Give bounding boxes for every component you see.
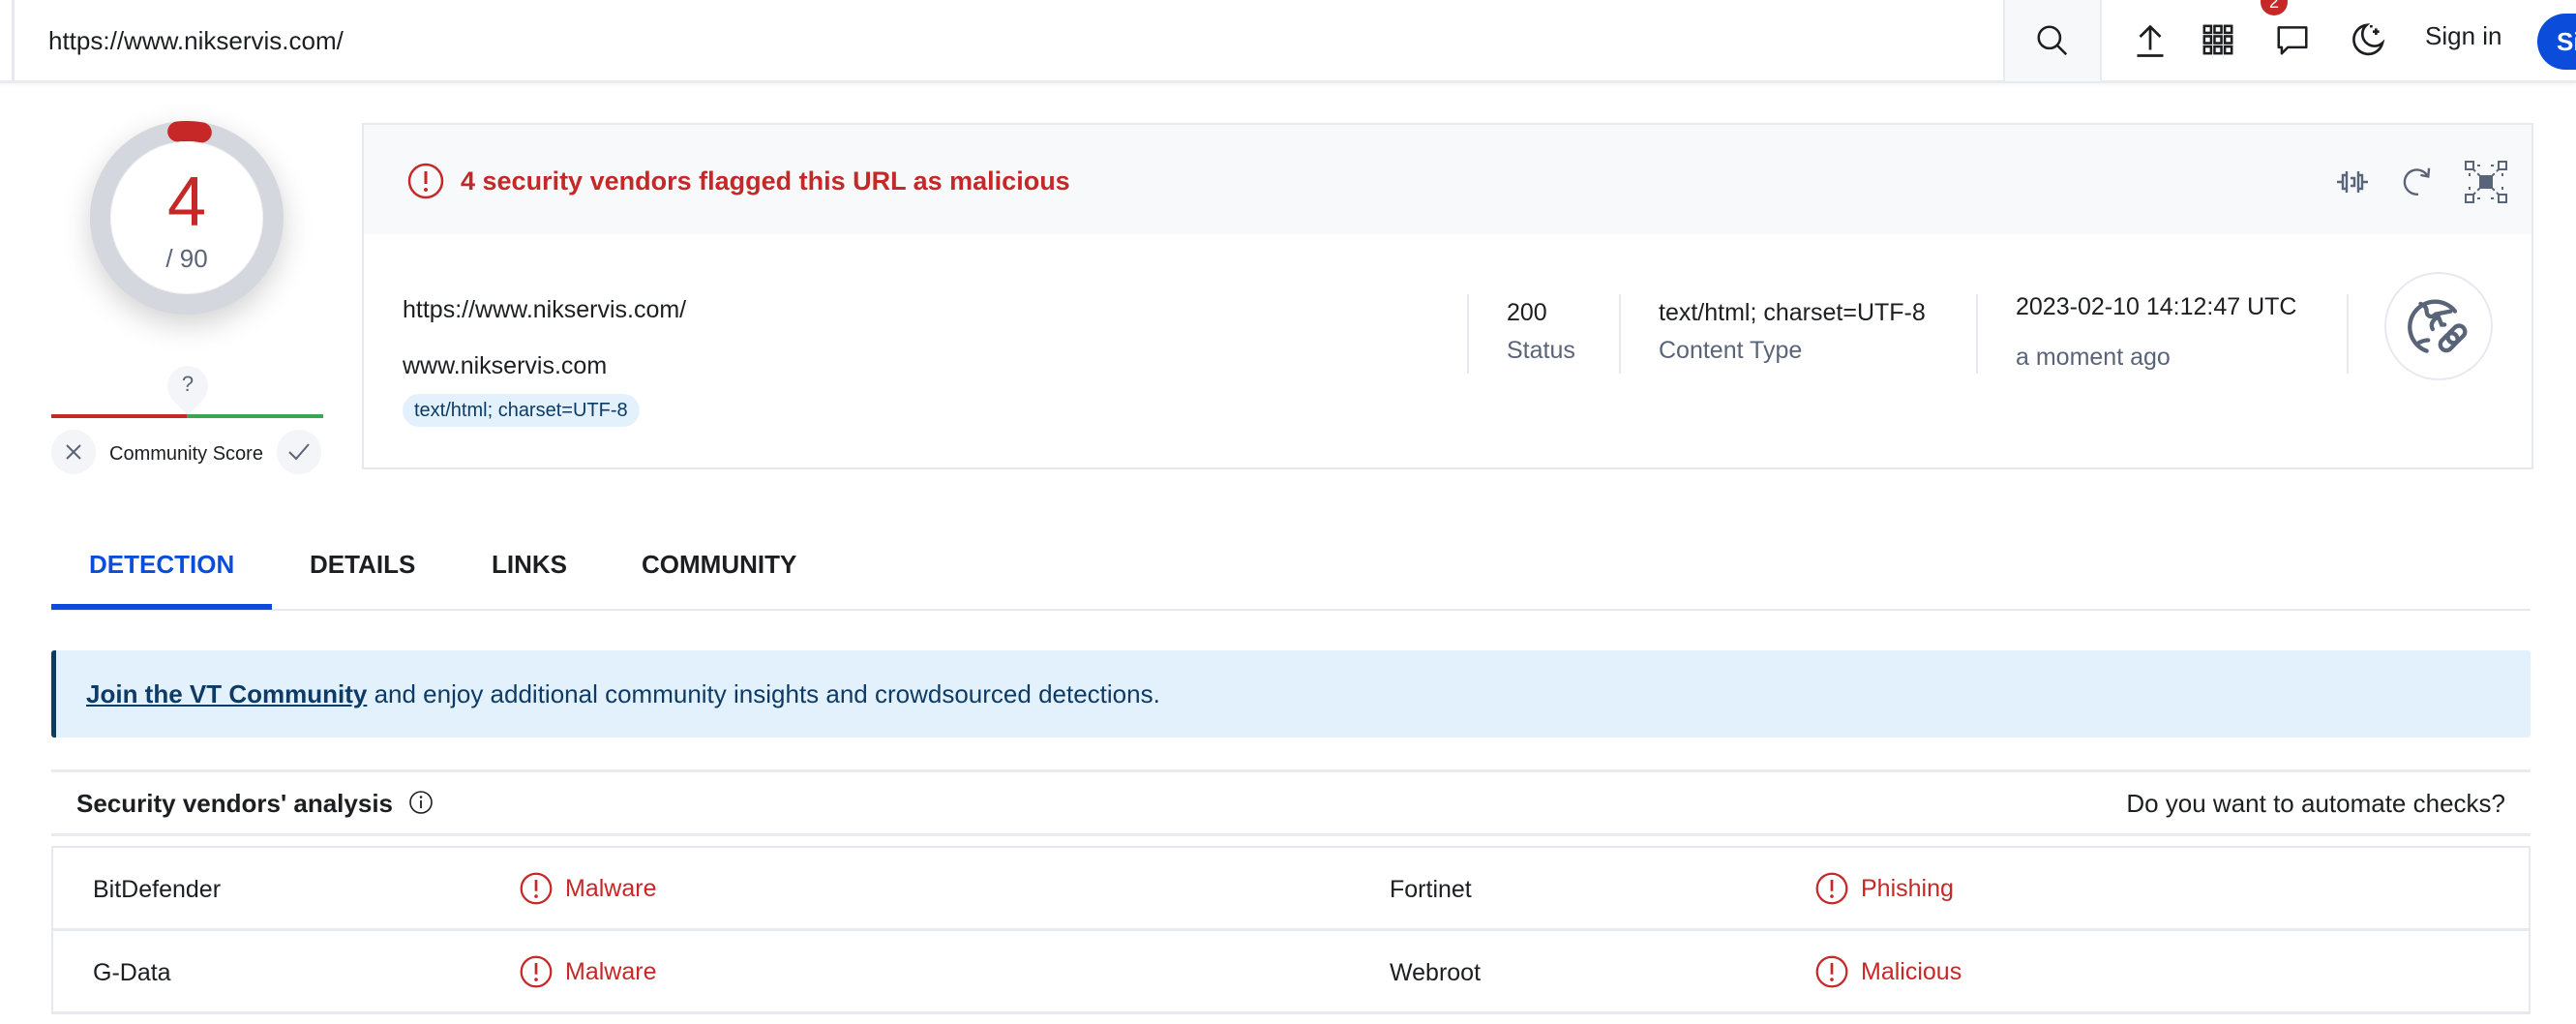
vendor-verdict: Malware xyxy=(565,957,657,985)
scan-date: 2023-02-10 14:12:47 UTC xyxy=(2016,293,2297,320)
divider xyxy=(2347,294,2349,374)
rescan-button[interactable] xyxy=(2396,160,2441,204)
search-button[interactable] xyxy=(2003,0,2102,81)
apps-grid-icon xyxy=(2202,24,2233,55)
compare-icon xyxy=(2337,171,2368,193)
alert-icon xyxy=(520,955,553,988)
graph-view-button[interactable] xyxy=(2464,160,2508,204)
dark-mode-icon xyxy=(2352,23,2385,56)
tab-links[interactable]: LINKS xyxy=(492,550,567,580)
banner-message: and enjoy additional community insights … xyxy=(367,679,1160,708)
content-type-label: Content Type xyxy=(1659,337,1803,364)
scan-relative-time: a moment ago xyxy=(2016,344,2171,371)
info-icon[interactable] xyxy=(408,790,434,815)
globe-link-icon xyxy=(2408,299,2468,353)
alert-icon xyxy=(520,872,553,905)
divider xyxy=(1976,294,1978,374)
sign-up-button[interactable]: Sign up xyxy=(2537,14,2576,70)
graph-icon xyxy=(2465,161,2507,203)
tab-details[interactable]: DETAILS xyxy=(310,550,415,580)
alert-icon xyxy=(1815,955,1848,988)
vendor-name: G-Data xyxy=(93,959,171,986)
vendors-table: BitDefender Malware Fortinet Phishing G-… xyxy=(51,846,2531,1014)
sign-in-link[interactable]: Sign in xyxy=(2425,21,2502,51)
vote-harmful-button[interactable] xyxy=(51,430,96,474)
vendors-section-title: Security vendors' analysis xyxy=(76,789,394,818)
tab-detection[interactable]: DETECTION xyxy=(89,550,234,580)
community-score-label: Community Score xyxy=(109,443,263,465)
divider xyxy=(51,769,2531,772)
vendor-verdict: Malware xyxy=(565,874,657,902)
table-row: G-Data Malware Webroot Malicious xyxy=(53,931,2529,1014)
status-value: 200 xyxy=(1507,299,1547,326)
url-type-badge[interactable] xyxy=(2384,272,2493,380)
check-icon xyxy=(288,443,310,461)
vendor-name: BitDefender xyxy=(93,876,222,903)
alert-icon xyxy=(1815,872,1848,905)
active-tab-indicator xyxy=(51,604,272,610)
tab-community[interactable]: COMMUNITY xyxy=(642,550,796,580)
vendor-name: Webroot xyxy=(1390,959,1482,986)
domain-link[interactable]: www.nikservis.com xyxy=(403,352,607,380)
dark-mode-toggle[interactable] xyxy=(2344,15,2392,64)
top-bar: 2 Sign in Sign up xyxy=(0,0,2576,83)
table-row: BitDefender Malware Fortinet Phishing xyxy=(53,848,2529,931)
refresh-icon xyxy=(2403,167,2431,196)
join-community-link[interactable]: Join the VT Community xyxy=(86,679,367,708)
automate-checks-link[interactable]: Do you want to automate checks? xyxy=(2126,789,2505,819)
detection-alert: 4 security vendors flagged this URL as m… xyxy=(461,166,1070,196)
vendor-verdict: Phishing xyxy=(1861,874,1954,902)
detection-total: / 90 xyxy=(165,244,208,273)
vendor-name: Fortinet xyxy=(1390,876,1472,903)
content-type-tag[interactable]: text/html; charset=UTF-8 xyxy=(403,394,640,427)
community-bar-positive xyxy=(187,414,323,418)
score-inner: 4 / 90 xyxy=(110,141,263,294)
upload-button[interactable] xyxy=(2126,15,2174,64)
tab-divider xyxy=(51,609,2531,611)
notifications-button[interactable] xyxy=(2268,15,2317,64)
community-bar-negative xyxy=(51,414,187,418)
summary-card: 4 security vendors flagged this URL as m… xyxy=(362,123,2533,469)
chat-icon xyxy=(2277,26,2308,55)
apps-button[interactable] xyxy=(2194,15,2242,64)
detection-count: 4 xyxy=(166,164,207,241)
left-edge-divider xyxy=(12,0,15,81)
summary-header: 4 security vendors flagged this URL as m… xyxy=(364,125,2531,234)
detection-score-gauge: 4 / 90 xyxy=(90,121,284,315)
upload-icon xyxy=(2137,24,2164,57)
content-type-value: text/html; charset=UTF-8 xyxy=(1659,299,1926,326)
community-banner: Join the VT Community and enjoy addition… xyxy=(51,650,2531,738)
status-label: Status xyxy=(1507,337,1575,364)
search-input[interactable] xyxy=(48,0,1984,81)
close-icon xyxy=(66,444,81,460)
vendor-result: Phishing xyxy=(1814,871,1954,906)
vendor-verdict: Malicious xyxy=(1861,957,1962,985)
vote-harmless-button[interactable] xyxy=(277,430,321,474)
divider xyxy=(1619,294,1621,374)
vendor-result: Malware xyxy=(519,871,656,906)
divider xyxy=(51,833,2531,836)
compare-button[interactable] xyxy=(2330,160,2375,204)
alert-icon xyxy=(407,163,444,199)
vendor-result: Malware xyxy=(519,954,656,989)
divider xyxy=(1467,294,1469,374)
banner-text: Join the VT Community and enjoy addition… xyxy=(86,679,1160,709)
search-icon xyxy=(2037,25,2068,56)
scanned-url: https://www.nikservis.com/ xyxy=(403,296,687,323)
vendor-result: Malicious xyxy=(1814,954,1962,989)
notification-badge: 2 xyxy=(2261,0,2288,15)
community-score-value: ? xyxy=(181,372,195,396)
